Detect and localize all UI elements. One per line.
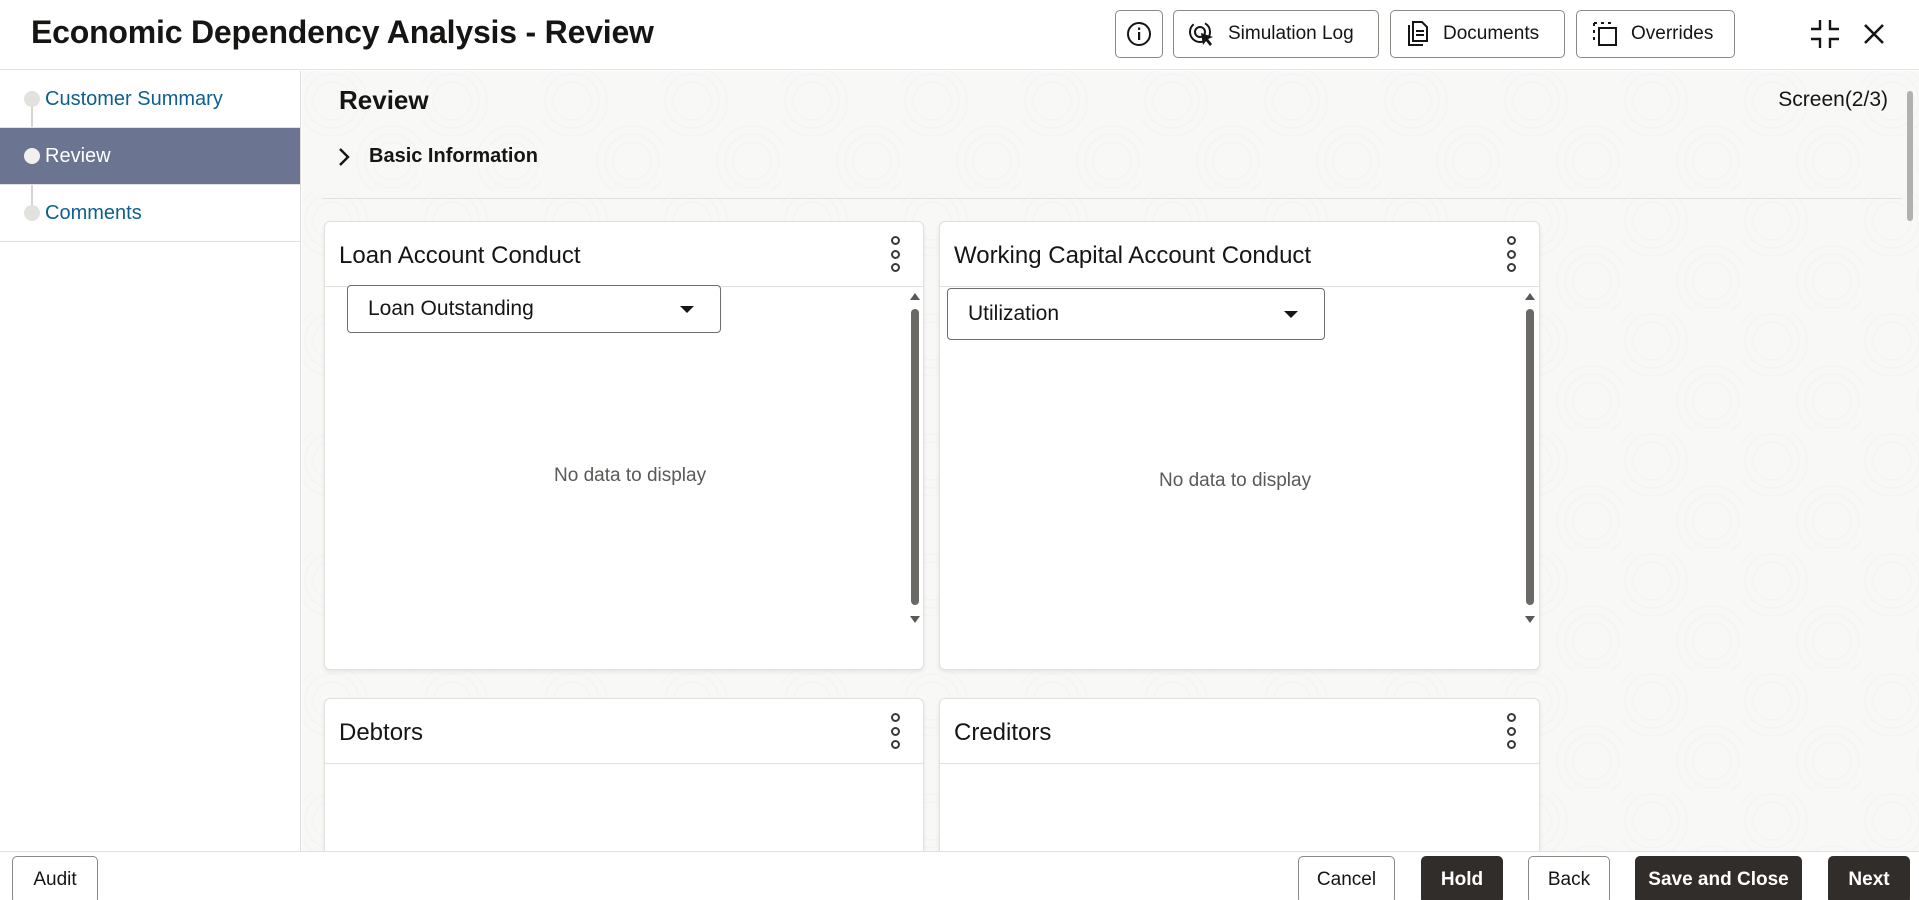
basic-information-label: Basic Information bbox=[369, 145, 538, 167]
section-divider bbox=[322, 198, 1902, 199]
sidebar-item-comments[interactable]: Comments bbox=[0, 185, 300, 242]
empty-state-text: No data to display bbox=[554, 465, 707, 486]
pointer-click-icon bbox=[1189, 21, 1213, 46]
card-title: Working Capital Account Conduct bbox=[954, 242, 1312, 269]
sidebar-item-label: Comments bbox=[45, 201, 142, 224]
close-icon[interactable] bbox=[1856, 16, 1892, 52]
back-button[interactable]: Back bbox=[1528, 856, 1610, 900]
select-value: Loan Outstanding bbox=[368, 297, 534, 320]
page-header-title: Economic Dependency Analysis - Review bbox=[31, 14, 654, 50]
documents-label: Documents bbox=[1443, 23, 1540, 44]
card-title: Debtors bbox=[339, 719, 424, 746]
empty-state-text: No data to display bbox=[1159, 470, 1312, 491]
sidebar-item-customer-summary[interactable]: Customer Summary bbox=[0, 71, 300, 128]
scroll-down-icon[interactable] bbox=[910, 616, 920, 623]
save-and-close-button[interactable]: Save and Close bbox=[1635, 856, 1802, 900]
step-dot-icon bbox=[24, 205, 40, 221]
main-scrollbar[interactable] bbox=[1903, 71, 1917, 851]
audit-button[interactable]: Audit bbox=[12, 856, 98, 900]
loan-account-conduct-card: Loan Account Conduct Loan Outstanding No… bbox=[324, 221, 924, 670]
working-capital-metric-select[interactable]: Utilization bbox=[947, 288, 1325, 340]
more-options-icon[interactable] bbox=[1505, 236, 1517, 272]
info-icon bbox=[1127, 22, 1151, 46]
loan-metric-select[interactable]: Loan Outstanding bbox=[347, 285, 721, 333]
scroll-up-icon[interactable] bbox=[1525, 293, 1535, 300]
info-button[interactable] bbox=[1115, 10, 1163, 58]
chevron-right-icon bbox=[339, 147, 350, 166]
card-header: Debtors bbox=[325, 699, 923, 764]
scroll-thumb[interactable] bbox=[911, 309, 919, 605]
sidebar-item-label: Customer Summary bbox=[45, 87, 223, 110]
step-dot-icon bbox=[24, 148, 40, 164]
screen-indicator: Screen(2/3) bbox=[1778, 88, 1888, 111]
simulation-log-label: Simulation Log bbox=[1228, 23, 1354, 44]
train-stop-sidebar: Customer Summary Review Comments bbox=[0, 71, 301, 851]
scroll-thumb[interactable] bbox=[1907, 91, 1913, 221]
debtors-card: Debtors bbox=[324, 698, 924, 851]
next-button[interactable]: Next bbox=[1828, 856, 1910, 900]
page-title: Review bbox=[339, 85, 429, 115]
scroll-up-icon[interactable] bbox=[910, 293, 920, 300]
overrides-label: Overrides bbox=[1631, 23, 1714, 44]
card-scrollbar[interactable] bbox=[1524, 293, 1536, 623]
main-content: Review Screen(2/3) Basic Information Loa… bbox=[302, 71, 1919, 851]
scroll-thumb[interactable] bbox=[1526, 309, 1534, 605]
footer-bar: Audit Cancel Hold Back Save and Close Ne… bbox=[0, 851, 1919, 900]
more-options-icon[interactable] bbox=[889, 236, 901, 272]
card-header: Loan Account Conduct bbox=[325, 222, 923, 287]
scroll-down-icon[interactable] bbox=[1525, 616, 1535, 623]
documents-button[interactable]: Documents bbox=[1390, 10, 1565, 58]
sidebar-item-label: Review bbox=[45, 144, 111, 167]
card-header: Working Capital Account Conduct bbox=[940, 222, 1539, 287]
overrides-button[interactable]: Overrides bbox=[1576, 10, 1735, 58]
overrides-icon bbox=[1593, 22, 1617, 46]
creditors-card: Creditors bbox=[939, 698, 1540, 851]
sidebar-item-review[interactable]: Review bbox=[0, 128, 300, 185]
simulation-log-button[interactable]: Simulation Log bbox=[1173, 10, 1379, 58]
hold-button[interactable]: Hold bbox=[1421, 856, 1503, 900]
more-options-icon[interactable] bbox=[1505, 713, 1517, 749]
card-title: Creditors bbox=[954, 719, 1052, 746]
card-scrollbar[interactable] bbox=[909, 293, 921, 623]
caret-down-icon bbox=[680, 306, 694, 313]
card-title: Loan Account Conduct bbox=[339, 242, 581, 269]
working-capital-account-conduct-card: Working Capital Account Conduct Utilizat… bbox=[939, 221, 1540, 670]
header-bar: Economic Dependency Analysis - Review Si… bbox=[0, 0, 1919, 70]
cancel-button[interactable]: Cancel bbox=[1298, 856, 1395, 900]
select-value: Utilization bbox=[968, 302, 1060, 325]
caret-down-icon bbox=[1284, 311, 1298, 318]
collapse-icon[interactable] bbox=[1807, 16, 1843, 52]
card-header: Creditors bbox=[940, 699, 1539, 764]
step-dot-icon bbox=[24, 91, 40, 107]
more-options-icon[interactable] bbox=[889, 713, 901, 749]
document-icon bbox=[1408, 21, 1428, 46]
basic-information-toggle[interactable]: Basic Information bbox=[337, 145, 538, 168]
